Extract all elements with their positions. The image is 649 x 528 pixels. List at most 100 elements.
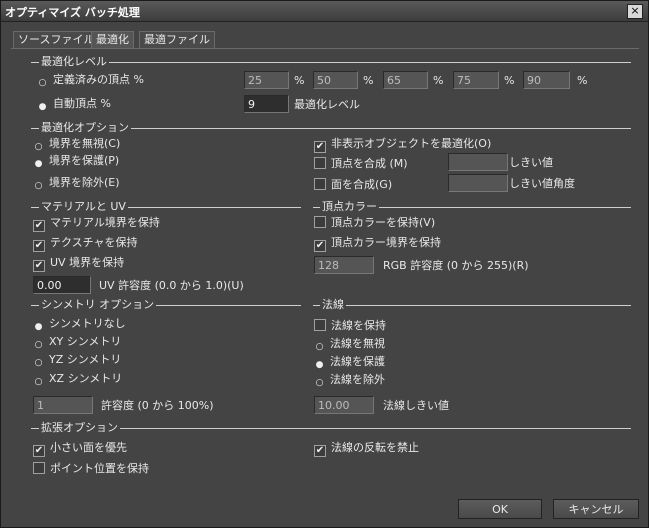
ignore-boundary-label: 境界を無視(C) <box>49 137 121 150</box>
symmetry-tolerance-label: 許容度 (0 から 100%) <box>101 399 214 412</box>
checkmark-icon: ✔ <box>33 240 45 252</box>
section-title-symmetry: シンメトリ オプション <box>39 298 157 311</box>
radio-auto-label: 自動頂点 % <box>53 97 111 110</box>
checkbox-keep-vertex-color[interactable]: 頂点カラーを保持(V) <box>314 216 435 230</box>
radio-ignore-boundary[interactable]: ○ 境界を無視(C) <box>33 137 121 153</box>
keep-normals-label: 法線を保持 <box>331 319 386 332</box>
pct-label: % <box>294 74 305 87</box>
radio-symmetry-xy[interactable]: ○ XY シンメトリ <box>33 335 122 351</box>
checkmark-icon: ✔ <box>314 240 326 252</box>
keep-uv-label: UV 境界を保持 <box>50 256 125 269</box>
predefined-90-field[interactable]: 90 <box>523 71 570 89</box>
section-line-normals <box>313 305 631 306</box>
keep-material-label: マテリアル境界を保持 <box>50 216 160 229</box>
keep-texture-label: テクスチャを保持 <box>50 236 138 249</box>
predefined-65-field[interactable]: 65 <box>383 71 428 89</box>
checkbox-merge-vertices[interactable]: 頂点を合成 (M) <box>314 157 408 171</box>
checkmark-icon: ✔ <box>314 141 326 153</box>
keep-vertex-color-boundary-label: 頂点カラー境界を保持 <box>331 236 441 249</box>
radio-exclude-normals[interactable]: ○ 法線を除外 <box>314 373 385 389</box>
window-title: オプティマイズ バッチ処理 <box>5 6 140 19</box>
exclude-boundary-label: 境界を除外(E) <box>49 176 120 189</box>
checkbox-keep-vertex-color-boundary[interactable]: ✔ 頂点カラー境界を保持 <box>314 236 441 252</box>
radio-on-icon: ● <box>34 159 43 169</box>
radio-exclude-boundary[interactable]: ○ 境界を除外(E) <box>33 176 120 192</box>
checkmark-icon: ✔ <box>33 445 45 457</box>
checkbox-optimize-hidden[interactable]: ✔ 非表示オブジェクトを最適化(O) <box>314 137 491 153</box>
radio-on-icon: ● <box>34 322 43 332</box>
title-bar[interactable]: オプティマイズ バッチ処理 × <box>1 1 648 22</box>
checkbox-empty-icon <box>314 319 326 331</box>
section-line-extended <box>31 428 631 429</box>
predefined-75-field[interactable]: 75 <box>453 71 499 89</box>
radio-off-icon: ○ <box>34 358 43 368</box>
protect-normals-label: 法線を保護 <box>330 355 385 368</box>
pct-label: % <box>363 74 374 87</box>
checkbox-prevent-normal-flip[interactable]: ✔ 法線の反転を禁止 <box>314 441 419 457</box>
prefer-small-faces-label: 小さい面を優先 <box>50 441 127 454</box>
merge-threshold-field[interactable] <box>448 153 508 171</box>
symmetry-xy-label: XY シンメトリ <box>49 335 122 348</box>
checkmark-icon: ✔ <box>314 445 326 457</box>
radio-on-icon: ● <box>315 360 324 370</box>
radio-off-icon: ○ <box>315 378 324 388</box>
section-line-opt-level <box>31 62 631 63</box>
radio-protect-boundary[interactable]: ● 境界を保護(P) <box>33 154 120 170</box>
threshold-angle-label: しきい値角度 <box>509 177 575 190</box>
radio-predefined-vertices[interactable]: ○ 定義済みの頂点 % <box>37 73 144 89</box>
radio-symmetry-xz[interactable]: ○ XZ シンメトリ <box>33 372 123 388</box>
pct-label: % <box>433 74 444 87</box>
checkmark-icon: ✔ <box>33 260 45 272</box>
normal-threshold-field[interactable]: 10.00 <box>314 396 374 414</box>
optimize-hidden-label: 非表示オブジェクトを最適化(O) <box>331 137 492 150</box>
checkbox-empty-icon <box>314 216 326 228</box>
cancel-button[interactable]: キャンセル <box>553 499 639 519</box>
radio-off-icon: ○ <box>34 377 43 387</box>
predefined-50-field[interactable]: 50 <box>313 71 358 89</box>
checkmark-icon: ✔ <box>33 220 45 232</box>
tab-source-files[interactable]: ソースファイル <box>13 31 100 48</box>
predefined-25-field[interactable]: 25 <box>244 71 289 89</box>
checkbox-empty-icon <box>314 178 326 190</box>
keep-point-positions-label: ポイント位置を保持 <box>50 462 149 475</box>
symmetry-yz-label: YZ シンメトリ <box>49 353 122 366</box>
merge-angle-field[interactable] <box>448 174 508 192</box>
checkbox-keep-point-positions[interactable]: ポイント位置を保持 <box>33 462 149 476</box>
radio-symmetry-none[interactable]: ● シンメトリなし <box>33 317 126 333</box>
exclude-normals-label: 法線を除外 <box>330 373 385 386</box>
rgb-tolerance-field[interactable]: 128 <box>314 256 374 274</box>
pct-label: % <box>504 74 515 87</box>
ignore-normals-label: 法線を無視 <box>330 337 385 350</box>
radio-off-icon: ○ <box>34 340 43 350</box>
checkbox-keep-texture[interactable]: ✔ テクスチャを保持 <box>33 236 138 252</box>
ok-button[interactable]: OK <box>458 499 542 519</box>
uv-tolerance-label: UV 許容度 (0.0 から 1.0)(U) <box>99 279 244 292</box>
checkbox-empty-icon <box>33 462 45 474</box>
tab-underline <box>11 48 639 49</box>
checkbox-keep-normals[interactable]: 法線を保持 <box>314 319 386 333</box>
normal-threshold-label: 法線しきい値 <box>383 399 449 412</box>
checkbox-keep-material-boundary[interactable]: ✔ マテリアル境界を保持 <box>33 216 160 232</box>
checkbox-prefer-small-faces[interactable]: ✔ 小さい面を優先 <box>33 441 127 457</box>
radio-protect-normals[interactable]: ● 法線を保護 <box>314 355 385 371</box>
tab-optimize[interactable]: 最適化 <box>91 31 134 48</box>
checkbox-merge-faces[interactable]: 面を合成(G) <box>314 178 392 192</box>
radio-off-icon: ○ <box>38 78 47 88</box>
radio-ignore-normals[interactable]: ○ 法線を無視 <box>314 337 385 353</box>
auto-vertices-field[interactable]: 9 <box>244 95 289 113</box>
section-title-vertex-color: 頂点カラー <box>320 200 379 213</box>
symmetry-tolerance-field[interactable]: 1 <box>33 396 93 414</box>
radio-symmetry-yz[interactable]: ○ YZ シンメトリ <box>33 353 122 369</box>
close-button[interactable]: × <box>627 4 643 19</box>
section-title-opt-level: 最適化レベル <box>39 55 109 68</box>
uv-tolerance-field[interactable]: 0.00 <box>33 276 91 294</box>
prevent-normal-flip-label: 法線の反転を禁止 <box>331 441 419 454</box>
tab-optimized-files[interactable]: 最適ファイル <box>139 31 215 48</box>
merge-faces-label: 面を合成(G) <box>331 178 393 191</box>
radio-auto-vertices[interactable]: ● 自動頂点 % <box>37 97 111 113</box>
radio-off-icon: ○ <box>34 181 43 191</box>
auto-level-label: 最適化レベル <box>294 98 360 111</box>
checkbox-empty-icon <box>314 157 326 169</box>
radio-predefined-label: 定義済みの頂点 % <box>53 73 144 86</box>
checkbox-keep-uv-boundary[interactable]: ✔ UV 境界を保持 <box>33 256 124 272</box>
